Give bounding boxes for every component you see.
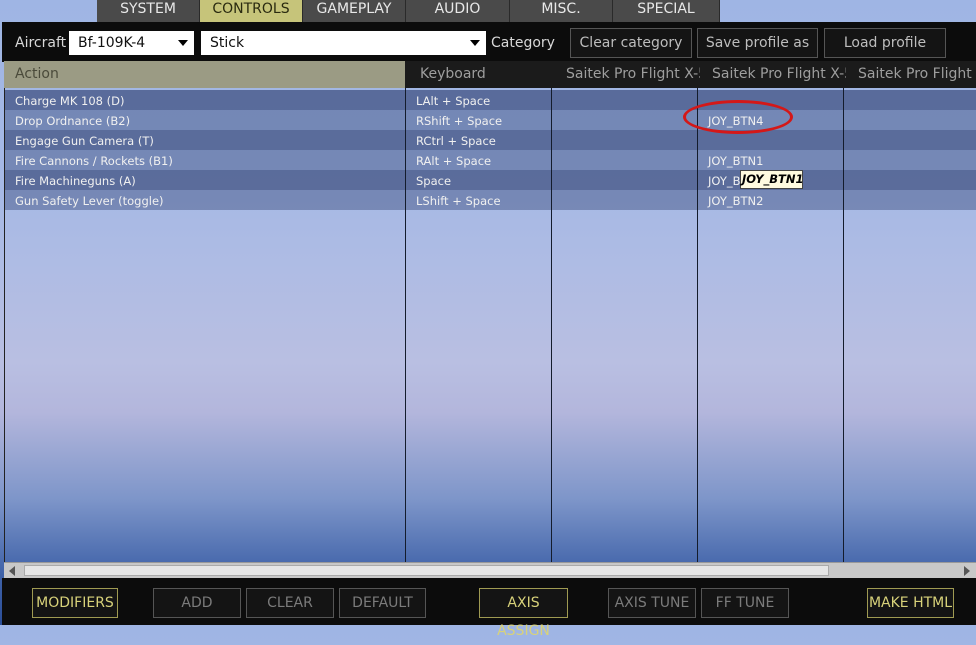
action-cell: Charge MK 108 (D) [15, 94, 125, 108]
keyboard-cell: RAlt + Space [416, 154, 492, 168]
table-row[interactable]: Engage Gun Camera (T) RCtrl + Space [5, 130, 976, 150]
aircraft-select[interactable]: Bf-109K-4 [69, 31, 194, 55]
column-header-action[interactable]: Action [4, 61, 405, 88]
clear-category-button[interactable]: Clear category [570, 28, 692, 58]
tab-audio[interactable]: AUDIO [406, 0, 510, 22]
column-header-keyboard[interactable]: Keyboard [409, 61, 554, 88]
table-row[interactable]: Charge MK 108 (D) LAlt + Space [5, 90, 976, 110]
chevron-down-icon [470, 40, 480, 46]
scroll-right-icon[interactable] [964, 566, 970, 576]
action-cell: Drop Ordnance (B2) [15, 114, 131, 128]
horizontal-scrollbar[interactable] [4, 562, 976, 579]
column-divider [551, 88, 552, 562]
joystick-2-cell [698, 130, 708, 150]
joystick-1-cell [552, 190, 562, 210]
column-header-joystick-2[interactable]: Saitek Pro Flight X-5 [701, 61, 846, 88]
action-cell: Engage Gun Camera (T) [15, 134, 154, 148]
joystick-3-cell [844, 130, 854, 150]
keyboard-cell: Space [416, 174, 452, 188]
profile-select-value: Stick [210, 35, 245, 51]
joystick-1-cell [552, 130, 562, 150]
joystick-3-cell [844, 90, 854, 110]
action-cell: Fire Machineguns (A) [15, 174, 136, 188]
tab-misc[interactable]: MISC. [510, 0, 613, 22]
keyboard-cell: LAlt + Space [416, 94, 491, 108]
table-row[interactable]: Fire Machineguns (A) Space JOY_B [5, 170, 976, 190]
category-label: Category [491, 35, 555, 51]
tab-special[interactable]: SPECIAL [613, 0, 720, 22]
column-divider [843, 88, 844, 562]
make-html-button[interactable]: MAKE HTML [867, 588, 954, 618]
keyboard-cell: RShift + Space [416, 114, 503, 128]
ff-tune-button[interactable]: FF TUNE [701, 588, 789, 618]
keyboard-cell: RCtrl + Space [416, 134, 496, 148]
table-row[interactable]: Fire Cannons / Rockets (B1) RAlt + Space… [5, 150, 976, 170]
bindings-grid: Charge MK 108 (D) LAlt + Space Drop Ordn… [4, 88, 976, 562]
keyboard-cell: LShift + Space [416, 194, 501, 208]
axis-tune-button[interactable]: AXIS TUNE [608, 588, 696, 618]
default-button[interactable]: DEFAULT [339, 588, 426, 618]
save-profile-button[interactable]: Save profile as [697, 28, 818, 58]
modifiers-button[interactable]: MODIFIERS [32, 588, 118, 618]
column-header-joystick-1[interactable]: Saitek Pro Flight X-5 [555, 61, 700, 88]
axis-assign-button[interactable]: AXIS ASSIGN [479, 588, 568, 639]
tab-bar: SYSTEM CONTROLS GAMEPLAY AUDIO MISC. SPE… [97, 0, 720, 22]
joystick-2-cell: JOY_BTN2 [708, 194, 764, 208]
tab-system[interactable]: SYSTEM [97, 0, 200, 22]
column-divider [405, 88, 406, 562]
joystick-1-cell [552, 110, 562, 130]
joystick-1-cell [552, 170, 562, 190]
joystick-2-cell: JOY_BTN1 [708, 154, 764, 168]
column-header-joystick-3[interactable]: Saitek Pro Flight R [847, 61, 976, 88]
action-cell: Fire Cannons / Rockets (B1) [15, 154, 173, 168]
joystick-3-cell [844, 150, 854, 170]
profile-select[interactable]: Stick [201, 31, 486, 55]
table-row[interactable]: Gun Safety Lever (toggle) LShift + Space… [5, 190, 976, 210]
joystick-1-cell [552, 90, 562, 110]
table-row[interactable]: Drop Ordnance (B2) RShift + Space JOY_BT… [5, 110, 976, 130]
joystick-3-cell [844, 170, 854, 190]
chevron-down-icon [178, 40, 188, 46]
add-button[interactable]: ADD [153, 588, 241, 618]
action-cell: Gun Safety Lever (toggle) [15, 194, 164, 208]
tab-controls[interactable]: CONTROLS [200, 0, 303, 22]
tab-gameplay[interactable]: GAMEPLAY [303, 0, 406, 22]
joystick-3-cell [844, 110, 854, 130]
highlight-circle [683, 100, 793, 134]
scroll-left-icon[interactable] [9, 566, 15, 576]
aircraft-label: Aircraft [15, 35, 67, 51]
aircraft-select-value: Bf-109K-4 [78, 35, 146, 51]
scrollbar-thumb[interactable] [24, 565, 829, 576]
binding-tooltip: JOY_BTN1 [740, 170, 804, 189]
joystick-1-cell [552, 150, 562, 170]
joystick-2-cell: JOY_B [708, 174, 741, 188]
clear-button[interactable]: CLEAR [246, 588, 334, 618]
grid-header: Action Keyboard Saitek Pro Flight X-5 Sa… [4, 61, 976, 88]
column-divider [697, 88, 698, 562]
load-profile-button[interactable]: Load profile [824, 28, 946, 58]
joystick-3-cell [844, 190, 854, 210]
